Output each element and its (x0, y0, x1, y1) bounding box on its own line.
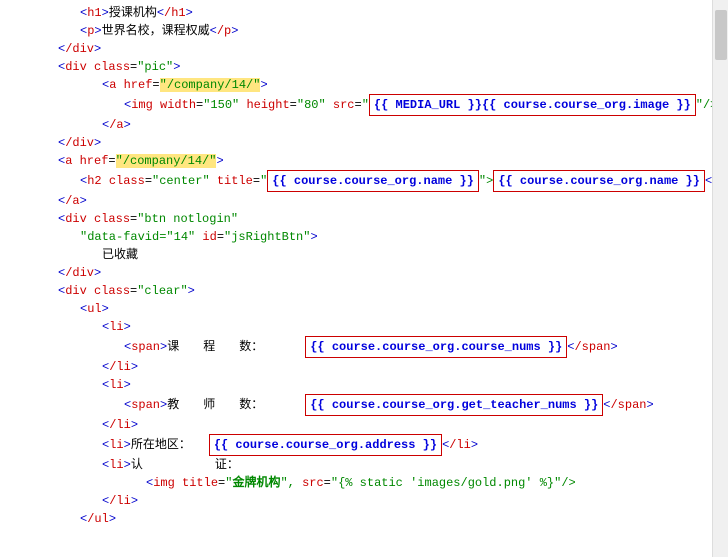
code-line: <h2 class="center" title="{{ course.cour… (0, 170, 728, 192)
code-line: <div class="clear"> (0, 282, 728, 300)
code-line: <li>认 证： (0, 456, 728, 474)
code-line: <div class="btn notlogin" (0, 210, 728, 228)
code-line: <img title="金牌机构", src="{% static 'image… (0, 474, 728, 492)
code-line: 已收藏 (0, 246, 728, 264)
code-line: <a href="/company/14/"> (0, 152, 728, 170)
code-line: <div class="pic"> (0, 58, 728, 76)
vertical-scrollbar[interactable] (712, 0, 728, 557)
code-line: <a href="/company/14/"> (0, 76, 728, 94)
code-line: <span>教 师 数： {{ course.course_org.get_te… (0, 394, 728, 416)
template-expr-box: {{ course.course_org.address }} (209, 434, 442, 456)
code-view: <h1>授课机构</h1> <p>世界名校，课程权威</p> </div> <d… (0, 4, 728, 528)
code-line: </a> (0, 192, 728, 210)
code-line: "data-favid="14" id="jsRightBtn"> (0, 228, 728, 246)
code-line: </div> (0, 40, 728, 58)
code-line: </li> (0, 358, 728, 376)
code-line: <span>课 程 数： {{ course.course_org.course… (0, 336, 728, 358)
template-expr-box: {{ course.course_org.name }} (267, 170, 479, 192)
code-line: <p>世界名校，课程权威</p> (0, 22, 728, 40)
template-expr-box: {{ course.course_org.course_nums }} (305, 336, 567, 358)
scrollbar-thumb[interactable] (715, 10, 727, 60)
template-expr-box: {{ MEDIA_URL }}{{ course.course_org.imag… (369, 94, 696, 116)
code-line: </li> (0, 416, 728, 434)
code-line: <li> (0, 318, 728, 336)
code-line: </div> (0, 134, 728, 152)
code-line: <li>所在地区： {{ course.course_org.address }… (0, 434, 728, 456)
template-expr-box: {{ course.course_org.name }} (493, 170, 705, 192)
code-line: <h1>授课机构</h1> (0, 4, 728, 22)
code-line: </li> (0, 492, 728, 510)
code-line: </div> (0, 264, 728, 282)
template-expr-box: {{ course.course_org.get_teacher_nums }} (305, 394, 603, 416)
code-line: <img width="150" height="80" src="{{ MED… (0, 94, 728, 116)
code-line: </ul> (0, 510, 728, 528)
code-line: <li> (0, 376, 728, 394)
code-line: </a> (0, 116, 728, 134)
code-line: <ul> (0, 300, 728, 318)
